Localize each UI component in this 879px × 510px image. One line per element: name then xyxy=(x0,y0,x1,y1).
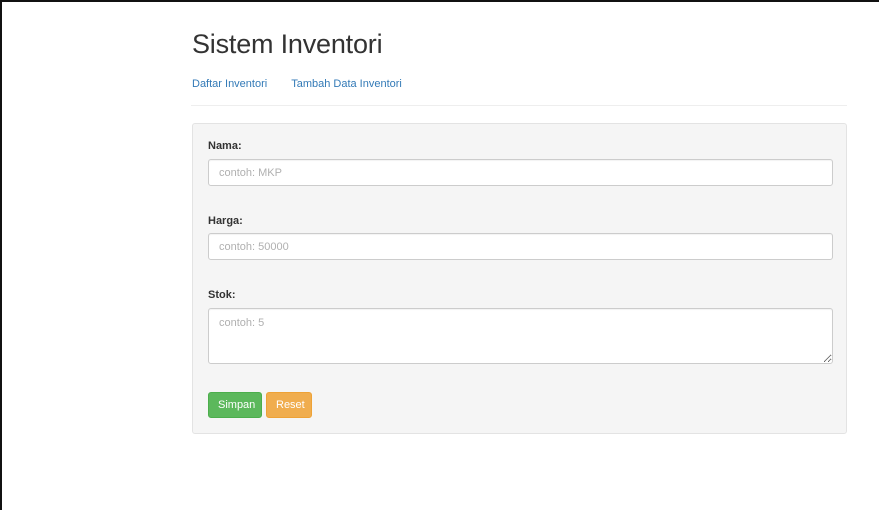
browser-viewport: Sistem Inventori Daftar Inventori Tambah… xyxy=(0,0,879,510)
harga-input[interactable] xyxy=(208,233,833,260)
nama-label: Nama: xyxy=(208,140,242,152)
nav-link-tambah-data-inventori[interactable]: Tambah Data Inventori xyxy=(291,76,402,92)
nav-link-daftar-inventori[interactable]: Daftar Inventori xyxy=(192,76,267,92)
divider xyxy=(191,105,847,106)
nama-input[interactable] xyxy=(208,159,833,186)
inventory-form: Nama: Harga: Stok: Simpan Reset xyxy=(192,123,847,434)
reset-button[interactable]: Reset xyxy=(266,392,312,418)
page-title: Sistem Inventori xyxy=(192,29,383,59)
stok-textarea[interactable] xyxy=(208,308,833,364)
save-button[interactable]: Simpan xyxy=(208,392,262,418)
nav-bar: Daftar Inventori Tambah Data Inventori xyxy=(191,76,402,92)
harga-label: Harga: xyxy=(208,215,243,227)
stok-label: Stok: xyxy=(208,289,236,301)
